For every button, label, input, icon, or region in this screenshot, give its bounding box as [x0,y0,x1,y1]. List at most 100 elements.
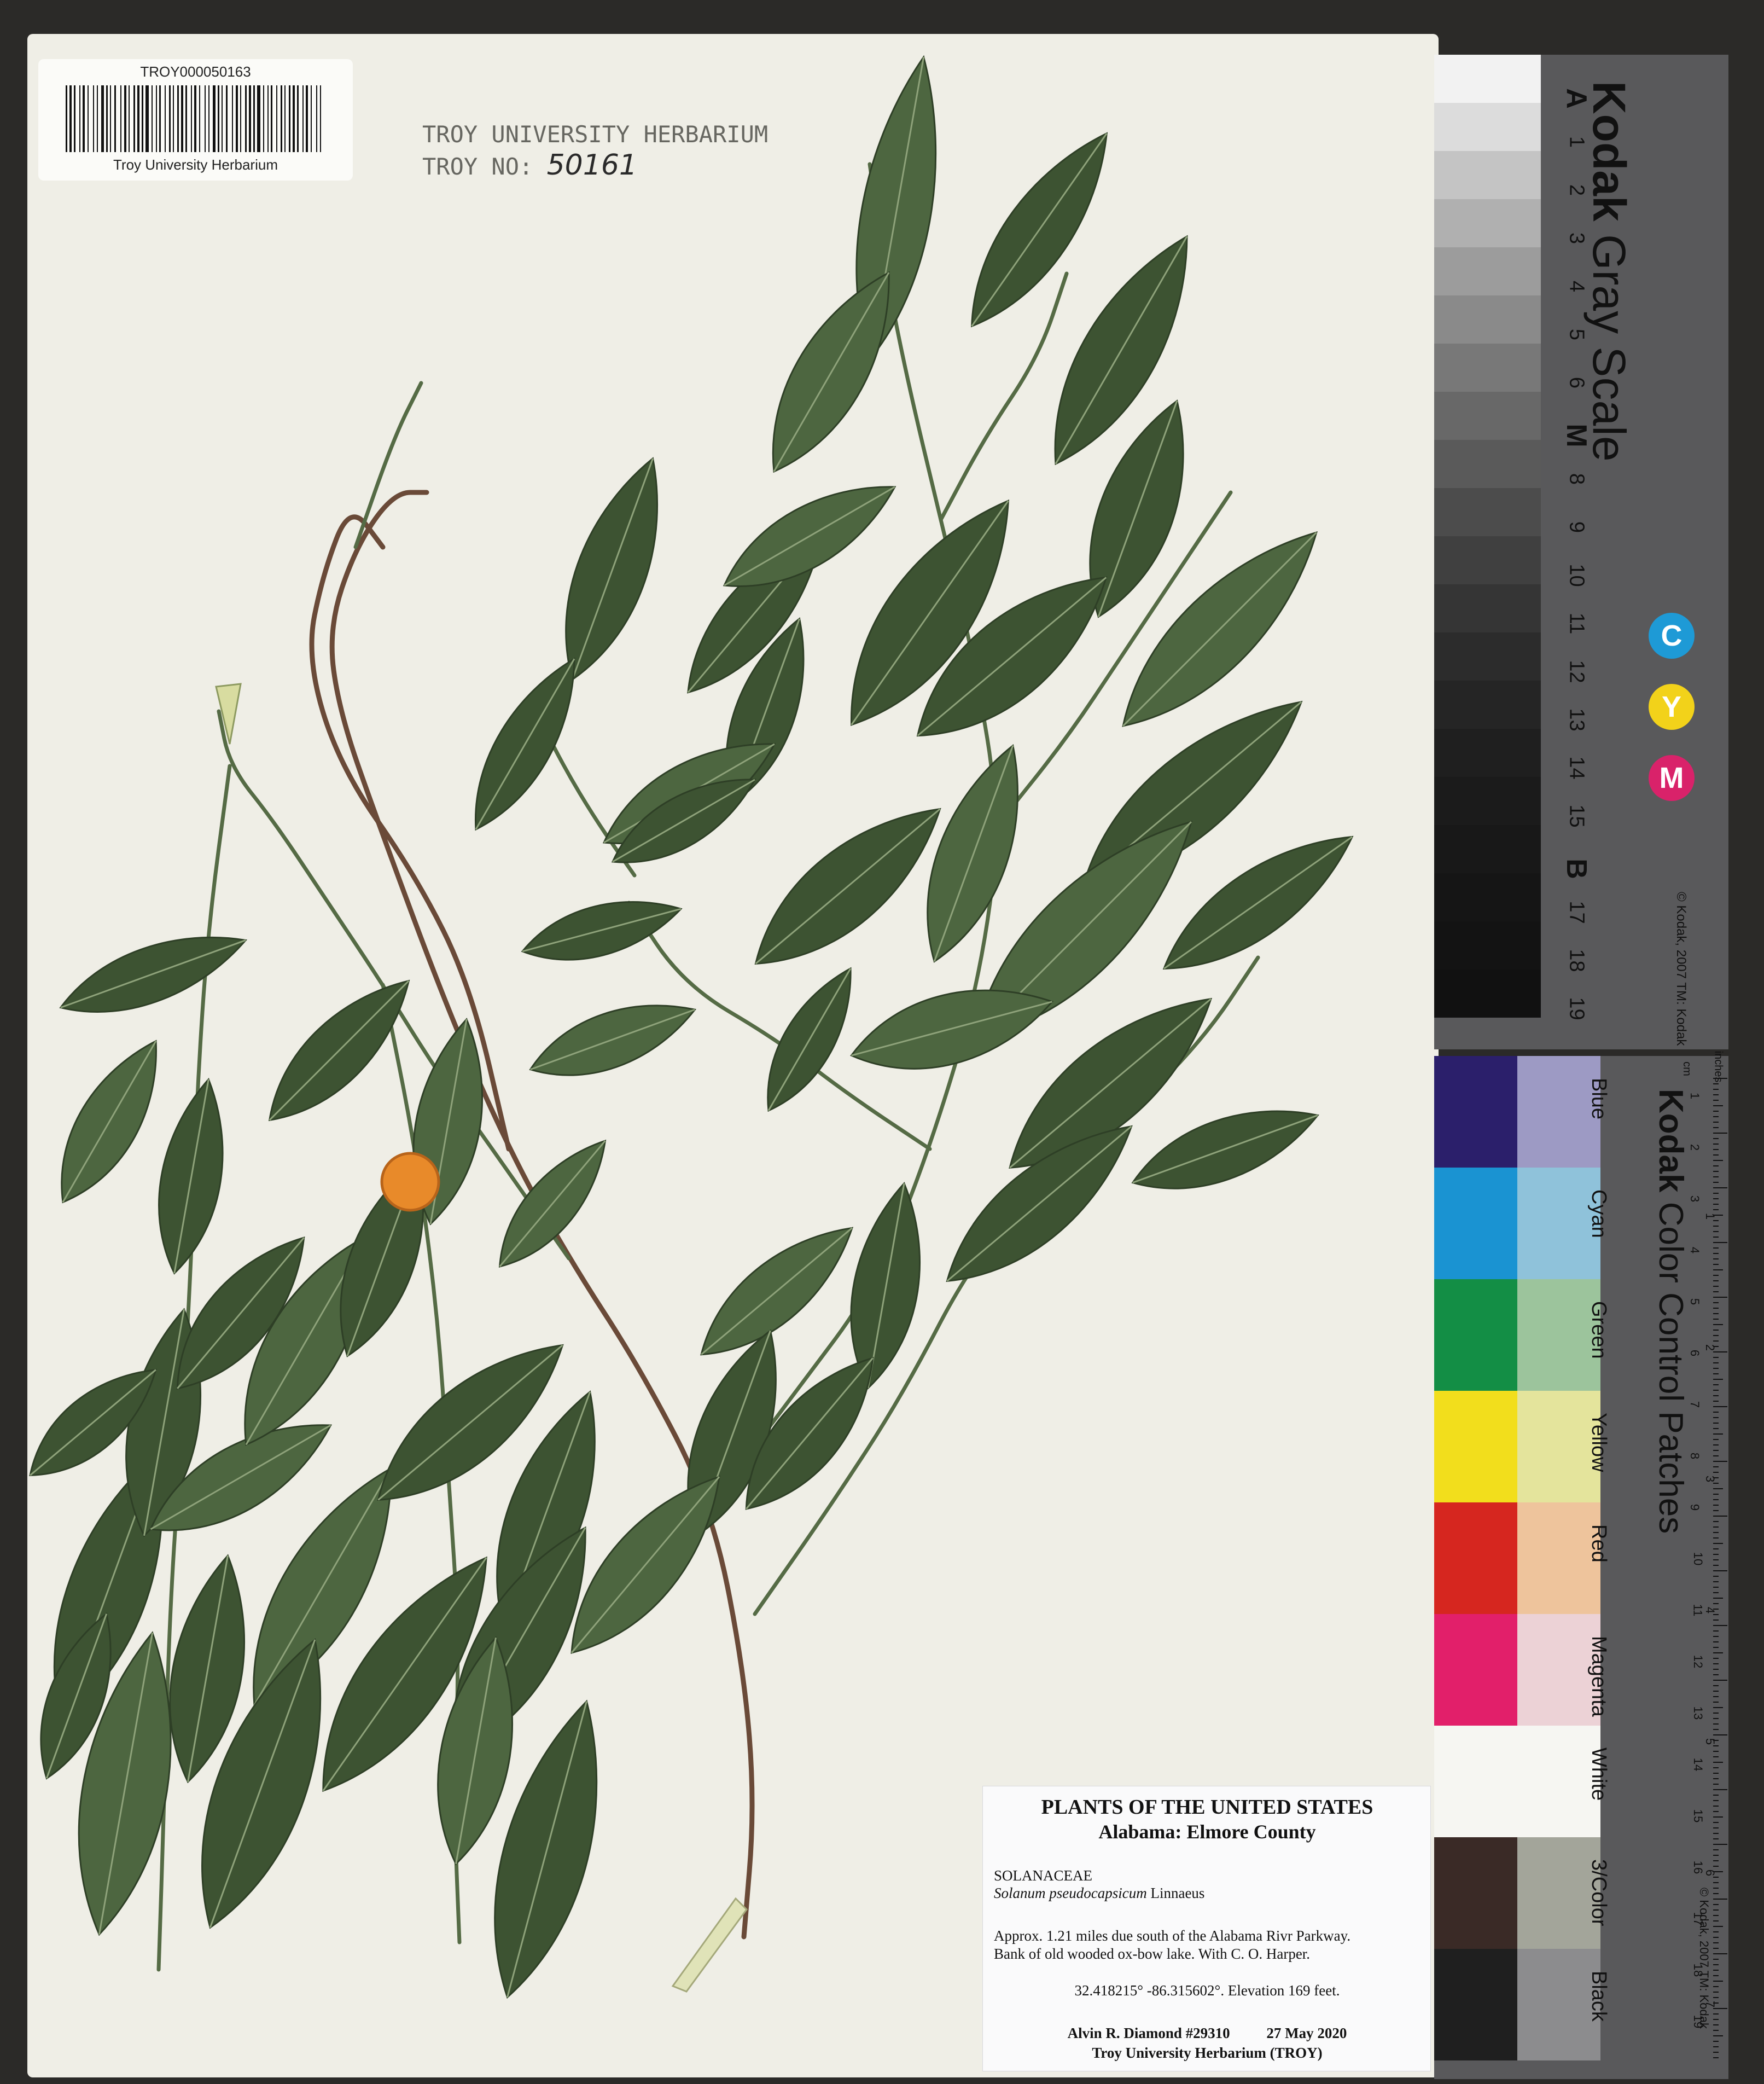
ruler-tick [1713,1291,1719,1292]
ruler-tick [1713,1926,1723,1927]
ruler-tick [1713,1335,1719,1336]
ruler-cm-label: 5 [1688,1298,1702,1305]
gray-step-label: 19 [1565,997,1588,1020]
label-title: PLANTS OF THE UNITED STATES [1041,1796,1373,1819]
ruler-tick [1713,1193,1719,1194]
ruler-tick [1713,1122,1719,1123]
ruler-tick [1713,1439,1719,1440]
ruler-tick [1713,1767,1719,1768]
ruler-tick [1713,1488,1723,1489]
ruler-tick [1713,1521,1719,1522]
ruler-tick [1713,2057,1719,2058]
ruler-tick [1713,1149,1719,1150]
ruler-tick [1713,1663,1719,1664]
ruler-tick [1713,1729,1719,1730]
gray-patch [1434,440,1541,488]
gray-step-label: 17 [1565,901,1588,924]
ruler-cm-label: 1 [1688,1092,1702,1100]
gray-step-label: B [1561,858,1592,879]
label-coordinates: 32.418215° -86.315602°. Elevation 169 fe… [1074,1982,1340,1999]
gray-patch [1434,55,1541,103]
ruler-tick [1713,1822,1719,1823]
leaf-midrib [269,980,410,1121]
ruler-tick [1713,1390,1719,1391]
color-patch-name: Magenta [1587,1636,1610,1717]
ruler-tick [1713,1242,1727,1243]
ruler-tick [1713,1893,1719,1894]
ruler-inch-label: 6 [1703,1869,1718,1877]
ruler-tick [1713,1384,1719,1385]
gray-patch [1434,921,1541,970]
gray-patch [1434,729,1541,777]
leaf [529,1005,696,1076]
gray-step-label: 15 [1565,804,1588,828]
gray-step-label: 9 [1565,521,1588,533]
color-patch-dark [1434,1949,1517,2060]
ruler-tick [1713,1603,1719,1604]
leaf-midrib [701,1227,853,1355]
ruler-tick [1713,1264,1719,1265]
leaf-midrib [475,658,575,830]
ruler-tick [1713,1100,1719,1101]
ruler-cm-label: 6 [1688,1349,1702,1357]
gray-patch [1434,873,1541,921]
ruler-tick [1713,1204,1719,1205]
color-patch-dark [1434,1726,1517,1837]
ruler-tick [1713,1237,1719,1238]
ruler-tick [1713,1505,1719,1506]
ruler-tick [1713,1636,1719,1637]
ruler-tick [1713,1740,1719,1741]
ruler-tick [1713,1592,1719,1593]
ruler-tick [1713,2002,1719,2004]
leaf-midrib [755,808,941,965]
leaf [565,457,659,681]
gray-step-label: 6 [1565,376,1588,389]
leaf [700,1227,854,1356]
ruler-tick [1713,1143,1719,1145]
ruler-tick [1713,1461,1727,1462]
ruler-tick [1713,1395,1719,1396]
ruler-cm-label: 15 [1691,1809,1705,1823]
color-patch-dark [1434,1391,1517,1502]
ruler-tick [1713,1406,1727,1407]
ruler-cm-label: 4 [1688,1246,1702,1254]
ruler-tick [1713,1094,1719,1095]
gray-patch [1434,151,1541,199]
gray-patch [1434,584,1541,632]
ruler-tick [1713,1778,1719,1779]
ruler-tick [1713,1565,1719,1566]
ruler-tick [1713,1658,1719,1659]
ruler-inch-label: 2 [1703,1344,1718,1351]
ruler-tick [1713,1537,1719,1539]
ruler-tick [1713,1762,1723,1763]
color-patch-dark [1434,1168,1517,1279]
ruler-tick [1713,1231,1719,1232]
ruler-tick [1713,1516,1727,1517]
ruler-tick [1713,1340,1719,1342]
ruler-tick [1713,1499,1719,1500]
gray-patch [1434,344,1541,392]
gray-step-label: 10 [1565,564,1588,587]
ruler-tick [1713,1428,1719,1429]
ruler-tick [1713,1877,1719,1878]
label-species: Solanum pseudocapsicum [994,1885,1147,1901]
leaf-midrib [773,272,890,472]
color-patch-name: Blue [1587,1078,1610,1120]
kodak-gray-scale-card: Kodak Gray Scale A 1 2 3 4 5 6 M 8 9 10 11 12 13 14 15 B… [1434,55,1728,1049]
ruler-tick [1713,1838,1719,1839]
gray-step-label: 12 [1565,660,1588,683]
color-patch-name: Red [1587,1524,1610,1563]
ruler-inch-label: 5 [1703,1738,1718,1745]
ruler-tick [1713,1373,1719,1374]
gray-step-label: 3 [1565,232,1588,245]
ruler-tick [1713,1111,1719,1112]
color-patch-dark [1434,1502,1517,1614]
ruler-tick [1713,1641,1719,1642]
ruler-unit-cm: cm [1680,1061,1693,1076]
ruler-tick [1713,1209,1719,1210]
ruler-tick [1713,1351,1727,1352]
ruler-tick [1713,1554,1719,1555]
leaf [521,901,683,961]
kodak-color-control-card: Blue Cyan Green Yellow Red Magenta White 3/Colo… [1434,1051,1728,2079]
ruler-tick [1713,1182,1719,1183]
